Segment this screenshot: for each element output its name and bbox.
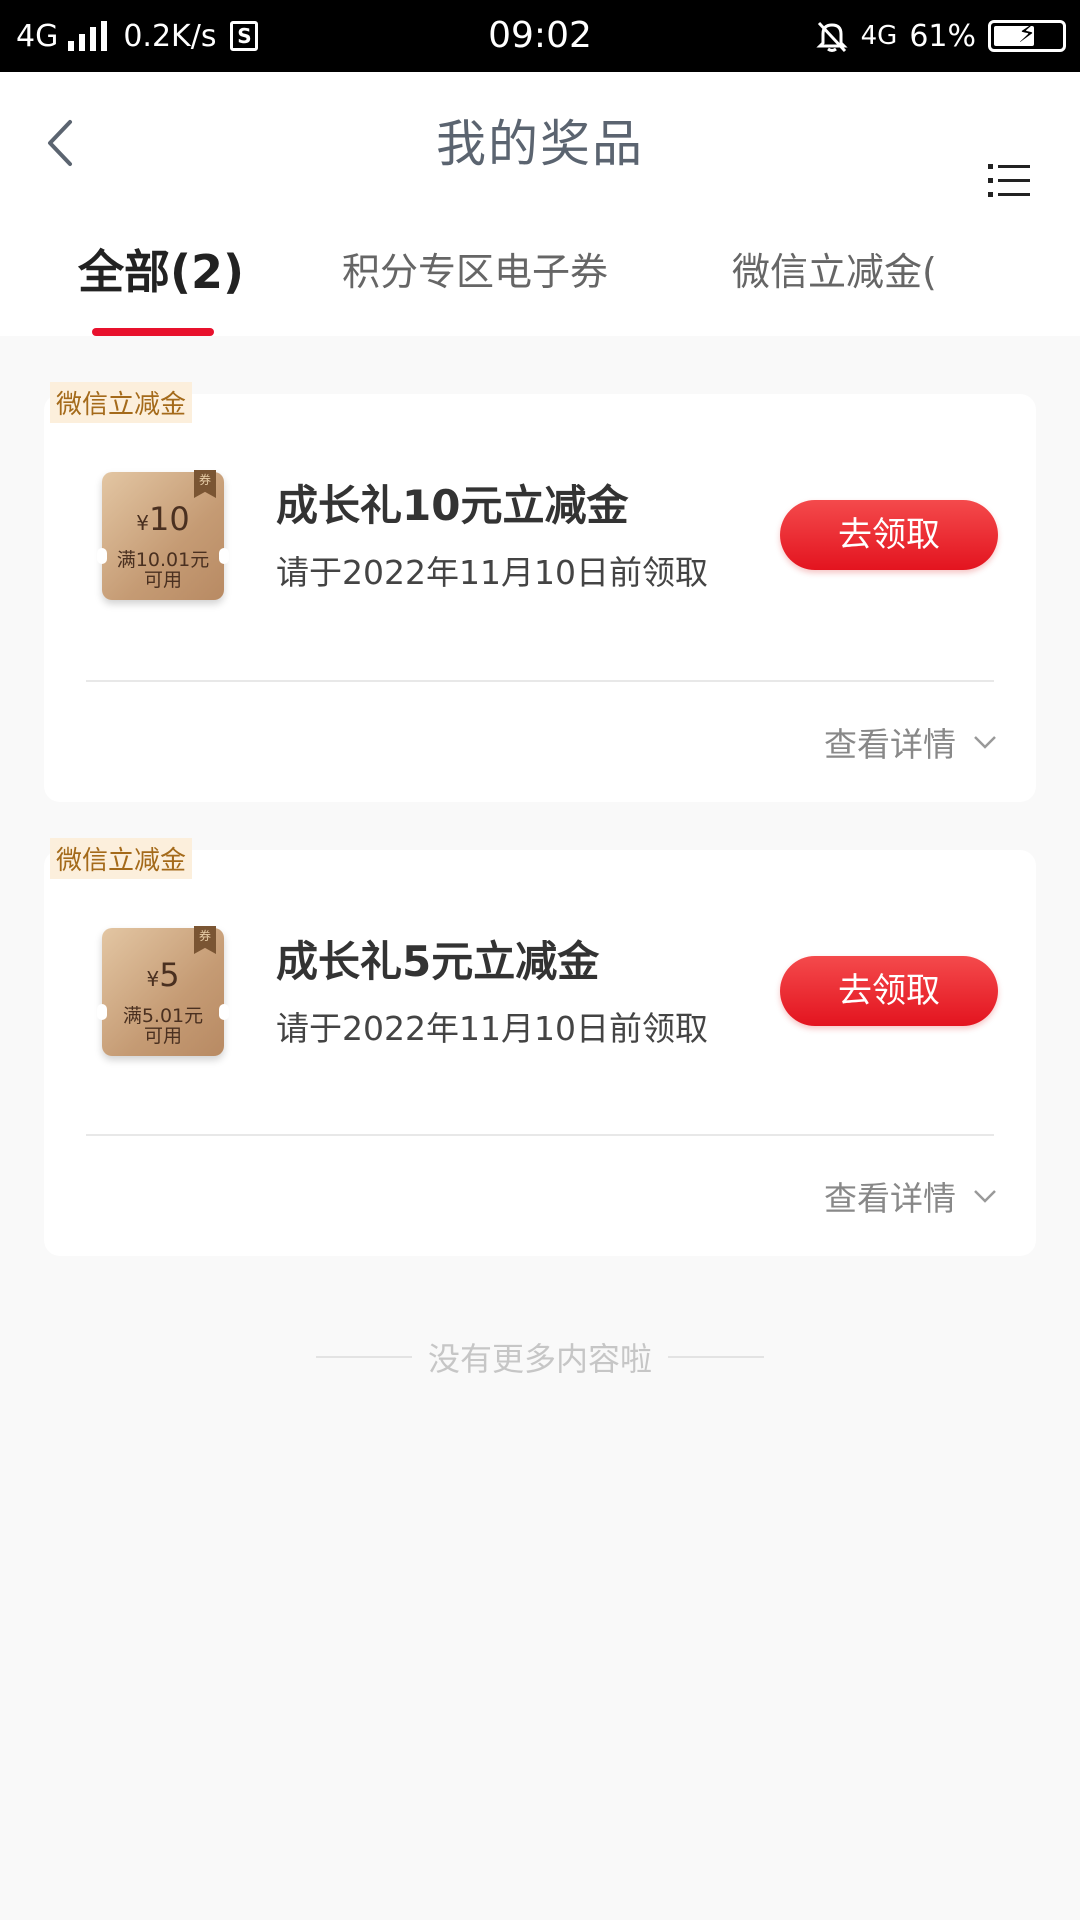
- view-details-label: 查看详情: [824, 725, 956, 764]
- card-divider: [86, 1134, 994, 1136]
- no-more-content: 没有更多内容啦: [0, 1334, 1080, 1380]
- prize-card: 微信立减金 券 ¥10 满10.01元 可用 成长礼10元立减金 请于2022年…: [44, 382, 1036, 802]
- charging-icon: ⚡: [1017, 19, 1037, 49]
- status-right: 4G 61% ⚡: [815, 0, 1066, 72]
- card-tag: 微信立减金: [50, 382, 193, 423]
- status-bar: 4G 0.2K/s S 09:02 4G 61% ⚡: [0, 0, 1080, 72]
- prize-deadline: 请于2022年11月10日前领取: [276, 1009, 708, 1048]
- view-details-link[interactable]: 查看详情: [824, 718, 998, 766]
- prize-deadline: 请于2022年11月10日前领取: [276, 553, 708, 592]
- divider-line: [315, 1356, 412, 1358]
- view-details-label: 查看详情: [824, 1179, 956, 1218]
- header: 我的奖品 全部(2) 积分专区电子券 微信立减金(: [0, 72, 1080, 336]
- coupon-amount: ¥5: [146, 956, 180, 994]
- card-tag: 微信立减金: [50, 838, 193, 879]
- prize-title: 成长礼5元立减金: [276, 937, 600, 986]
- network-type-right: 4G: [860, 21, 898, 51]
- chevron-down-icon: [974, 736, 996, 749]
- battery-icon: ⚡: [988, 19, 1066, 52]
- active-tab-indicator: [92, 328, 214, 336]
- divider-line: [668, 1356, 764, 1358]
- claim-button[interactable]: 去领取: [780, 956, 998, 1026]
- page-title: 我的奖品: [436, 115, 644, 173]
- coupon-condition: 满5.01元 可用: [122, 1005, 204, 1047]
- tab-points-coupons[interactable]: 积分专区电子券: [342, 232, 608, 312]
- tab-bar: 全部(2) 积分专区电子券 微信立减金(: [0, 232, 1080, 336]
- tab-wechat-discount[interactable]: 微信立减金(: [732, 232, 938, 312]
- coupon-condition: 满10.01元 可用: [116, 549, 210, 591]
- view-details-link[interactable]: 查看详情: [824, 1172, 998, 1220]
- coupon-amount: ¥10: [136, 500, 190, 538]
- chevron-down-icon: [974, 1190, 996, 1203]
- coupon-image: 券 ¥10 满10.01元 可用: [97, 470, 229, 600]
- card-divider: [86, 680, 994, 682]
- coupon-image: 券 ¥5 满5.01元 可用: [97, 926, 229, 1056]
- battery-percent: 61%: [909, 18, 976, 54]
- bell-off-icon: [815, 21, 848, 53]
- claim-button[interactable]: 去领取: [780, 500, 998, 570]
- list-menu-icon[interactable]: [988, 162, 1030, 198]
- prize-title: 成长礼10元立减金: [276, 481, 629, 530]
- coupon-ribbon: 券: [194, 926, 216, 954]
- prize-card: 微信立减金 券 ¥5 满5.01元 可用 成长礼5元立减金 请于2022年11月…: [44, 838, 1036, 1256]
- coupon-ribbon: 券: [194, 470, 216, 498]
- no-more-label: 没有更多内容啦: [427, 1340, 652, 1378]
- tab-all[interactable]: 全部(2): [78, 232, 244, 312]
